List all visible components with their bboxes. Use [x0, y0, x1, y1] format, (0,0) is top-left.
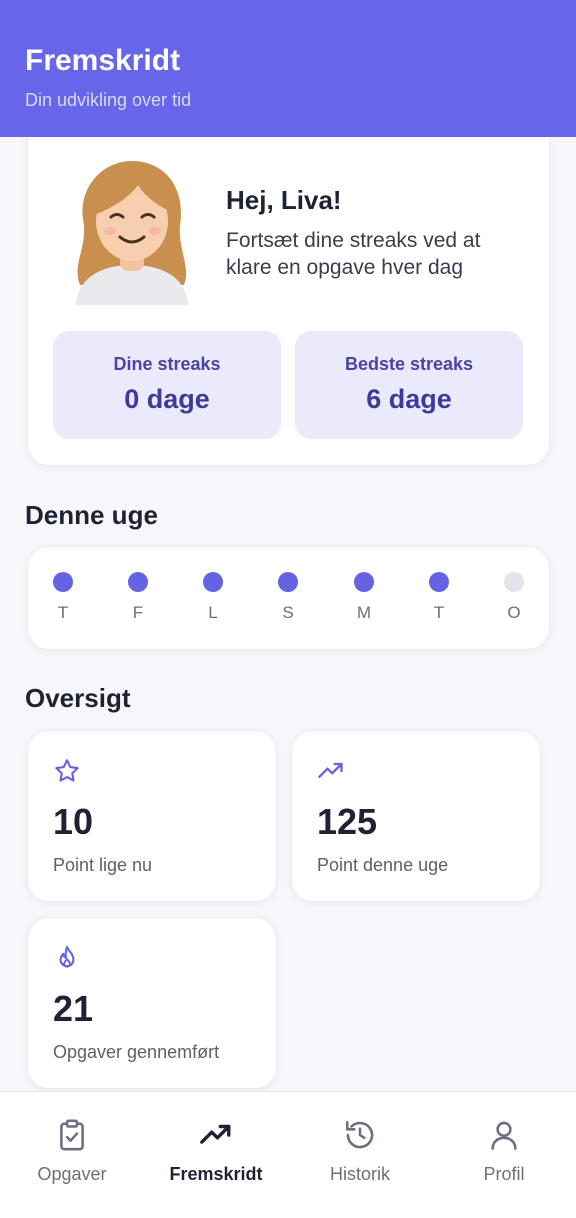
- day-label: S: [282, 603, 294, 622]
- nav-label: Opgaver: [37, 1164, 107, 1184]
- nav-label: Historik: [329, 1164, 390, 1184]
- trending-up-icon: [200, 1124, 231, 1144]
- day-label: T: [433, 603, 445, 622]
- day-dot: [203, 572, 223, 592]
- day-item: T: [48, 572, 78, 623]
- day-item: S: [273, 572, 303, 623]
- nav-label: Fremskridt: [169, 1164, 263, 1184]
- bottom-navigation: Opgaver Fremskridt Historik Profil: [0, 1091, 576, 1218]
- greeting-message: Fortsæt dine streaks ved at klare en opg…: [226, 229, 481, 279]
- best-streak-value: 6 dage: [366, 384, 452, 414]
- stat-label: Opgaver gennemført: [53, 1042, 220, 1062]
- profile-card: Hej, Liva! Fortsæt dine streaks ved at k…: [27, 120, 550, 466]
- user-icon: [491, 1121, 517, 1150]
- best-streak-box: Bedste streaks 6 dage: [295, 331, 523, 439]
- stat-card-tasks-completed: 21 Opgaver gennemført: [27, 917, 277, 1089]
- page-title: Fremskridt: [25, 44, 181, 77]
- greeting: Hej, Liva!: [226, 185, 342, 215]
- stat-card-points-now: 10 Point lige nu: [27, 730, 277, 902]
- overview-section-title: Oversigt: [25, 683, 131, 713]
- page-subtitle: Din udvikling over tid: [25, 90, 192, 110]
- day-label: F: [132, 603, 144, 622]
- nav-item-fremskridt[interactable]: Fremskridt: [144, 1092, 288, 1218]
- week-card: T F L S M T O: [27, 546, 550, 650]
- day-item: F: [123, 572, 153, 623]
- day-item: M: [349, 572, 379, 623]
- nav-item-opgaver[interactable]: Opgaver: [0, 1092, 144, 1218]
- stat-value: 125: [317, 801, 378, 842]
- girl-avatar-icon: [76, 161, 188, 305]
- current-streak-box: Dine streaks 0 dage: [53, 331, 281, 439]
- star-icon: [55, 759, 79, 782]
- current-streak-value: 0 dage: [124, 384, 210, 414]
- stat-card-points-week: 125 Point denne uge: [291, 730, 541, 902]
- day-dot: [429, 572, 449, 592]
- day-dot: [53, 572, 73, 592]
- day-dot: [354, 572, 374, 592]
- history-icon: [345, 1120, 374, 1149]
- trending-up-icon: [318, 762, 343, 778]
- nav-item-profil[interactable]: Profil: [432, 1092, 576, 1218]
- clipboard-check-icon: [60, 1119, 84, 1151]
- week-section-title: Denne uge: [25, 500, 158, 530]
- day-label: T: [57, 603, 69, 622]
- flame-icon: [59, 945, 75, 968]
- stat-value: 21: [53, 988, 94, 1029]
- nav-item-historik[interactable]: Historik: [288, 1092, 432, 1218]
- day-item: T: [424, 572, 454, 623]
- nav-label: Profil: [483, 1164, 525, 1184]
- day-item: O: [499, 572, 529, 623]
- app-header: Fremskridt Din udvikling over tid: [0, 0, 576, 137]
- day-item: L: [198, 572, 228, 623]
- current-streak-label: Dine streaks: [113, 354, 221, 374]
- day-label: O: [507, 603, 521, 622]
- day-label: L: [208, 603, 218, 622]
- stat-label: Point lige nu: [53, 855, 153, 875]
- day-label: M: [356, 603, 372, 622]
- stat-label: Point denne uge: [317, 855, 449, 875]
- day-dot: [278, 572, 298, 592]
- day-dot: [128, 572, 148, 592]
- best-streak-label: Bedste streaks: [344, 354, 474, 374]
- day-dot: [504, 572, 524, 592]
- stat-value: 10: [53, 801, 94, 842]
